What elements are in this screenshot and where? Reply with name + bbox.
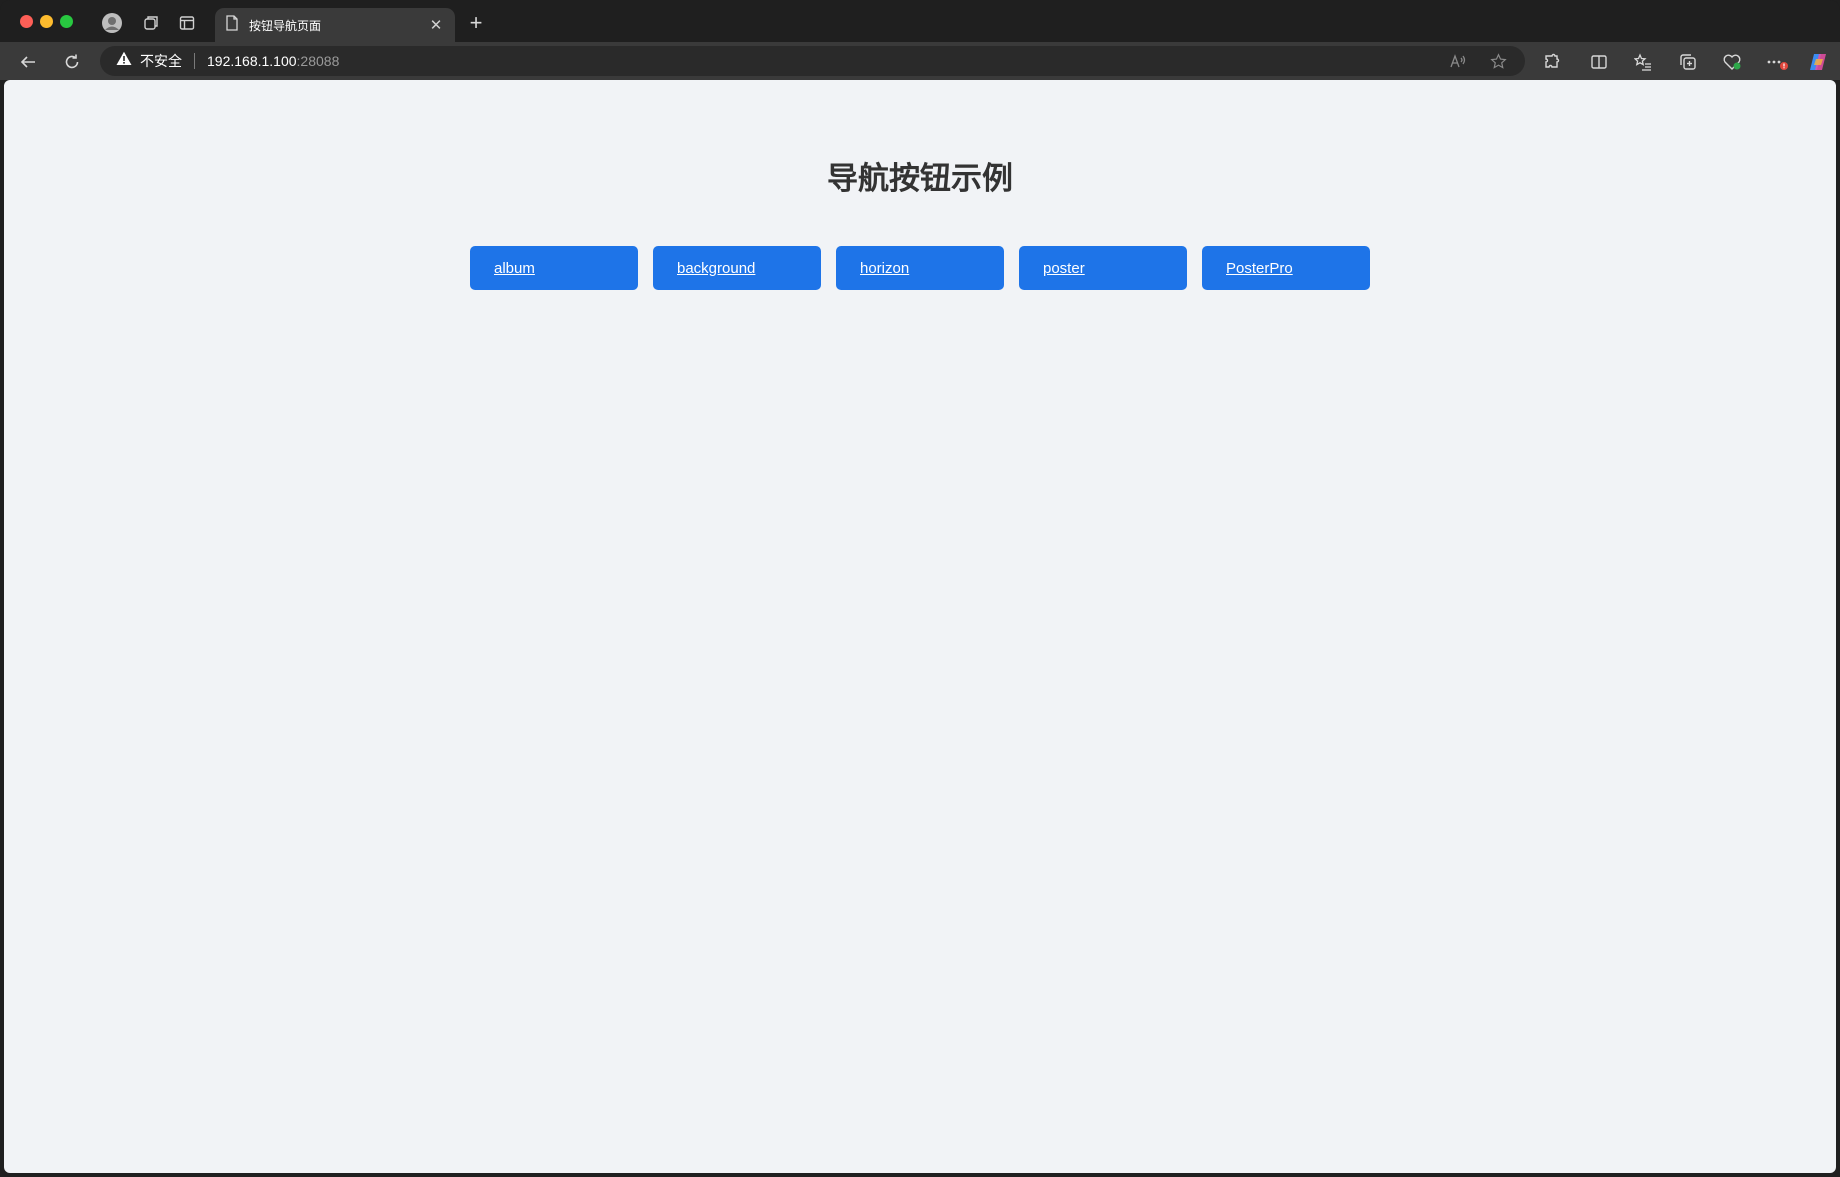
address-bar[interactable]: 不安全 192.168.1.100:28088: [100, 46, 1525, 76]
nav-button-horizon[interactable]: horizon: [836, 246, 1004, 290]
favorites-list-icon[interactable]: [1631, 50, 1655, 74]
vertical-tabs-icon[interactable]: [176, 12, 198, 34]
nav-button-row: album background horizon poster PosterPr…: [470, 246, 1370, 290]
page-viewport: 导航按钮示例 album background horizon poster P…: [4, 80, 1836, 1173]
nav-button-album[interactable]: album: [470, 246, 638, 290]
browser-toolbar: 不安全 192.168.1.100:28088: [0, 42, 1840, 80]
nav-button-posterpro[interactable]: PosterPro: [1202, 246, 1370, 290]
new-tab-icon[interactable]: +: [465, 12, 487, 34]
warning-icon[interactable]: [116, 51, 132, 71]
read-aloud-icon[interactable]: [1446, 49, 1470, 73]
profile-avatar-icon[interactable]: [101, 12, 123, 34]
split-screen-icon[interactable]: [1587, 50, 1611, 74]
maximize-window-button[interactable]: [60, 15, 73, 28]
browser-window: 按钮导航页面 ✕ + 不安全 192.168.1.100:28088 导航按钮…: [0, 0, 1840, 1177]
favorite-star-icon[interactable]: [1486, 49, 1510, 73]
more-options-icon[interactable]: [1765, 50, 1789, 74]
nav-button-background[interactable]: background: [653, 246, 821, 290]
address-separator: [194, 53, 195, 69]
copilot-icon[interactable]: [1806, 50, 1830, 74]
page-title: 导航按钮示例: [827, 161, 1013, 196]
security-status-label[interactable]: 不安全: [140, 51, 182, 71]
tab-strip: 按钮导航页面 ✕ +: [0, 0, 1840, 42]
document-icon: [225, 14, 239, 36]
url-port: :28088: [296, 53, 340, 69]
minimize-window-button[interactable]: [40, 15, 53, 28]
browser-essentials-icon[interactable]: [1720, 50, 1744, 74]
tab-close-icon[interactable]: ✕: [427, 16, 445, 34]
nav-button-poster[interactable]: poster: [1019, 246, 1187, 290]
refresh-icon[interactable]: [60, 50, 84, 74]
tab-active[interactable]: 按钮导航页面 ✕: [215, 8, 455, 42]
extensions-icon[interactable]: [1540, 50, 1564, 74]
tab-title: 按钮导航页面: [249, 18, 322, 33]
close-window-button[interactable]: [20, 15, 33, 28]
url-host: 192.168.1.100: [207, 53, 297, 69]
back-arrow-icon[interactable]: [16, 50, 40, 74]
workspaces-icon[interactable]: [140, 12, 162, 34]
collections-icon[interactable]: [1676, 50, 1700, 74]
